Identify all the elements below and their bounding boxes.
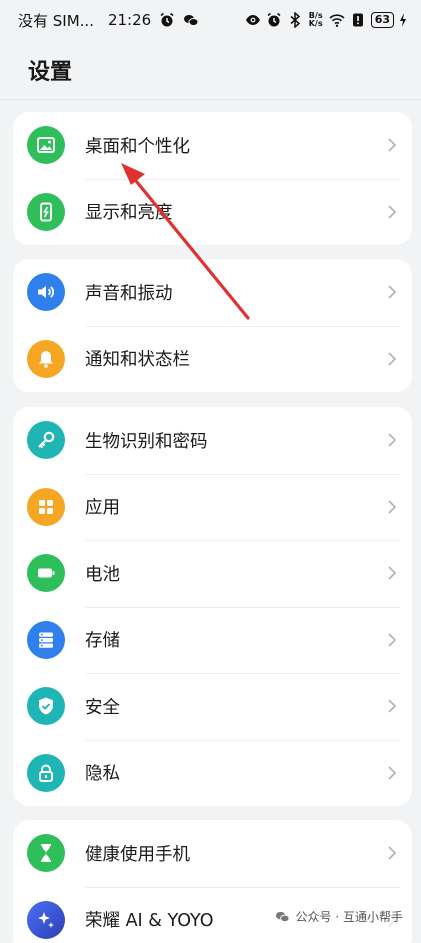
settings-item-digital-balance[interactable]: 健康使用手机 <box>13 820 412 887</box>
watermark: 公众号 · 互通小帮手 <box>270 906 407 927</box>
chevron-right-icon <box>388 352 397 366</box>
watermark-text: 公众号 · 互通小帮手 <box>295 910 403 924</box>
status-bar: 没有 SIM... 21:26 B/s K/s 63 <box>0 0 421 40</box>
eye-icon <box>245 12 261 28</box>
settings-item-home-screen[interactable]: 桌面和个性化 <box>13 112 412 179</box>
wechat-icon <box>183 12 199 28</box>
settings-item-label: 显示和亮度 <box>85 203 173 224</box>
carrier-text: 没有 SIM... <box>18 11 94 30</box>
charging-icon <box>399 12 407 28</box>
settings-item-label: 安全 <box>85 697 120 718</box>
settings-item-battery[interactable]: 电池 <box>13 540 412 607</box>
wechat-icon <box>275 909 290 924</box>
settings-item-security[interactable]: 安全 <box>13 673 412 740</box>
sparkle-icon <box>27 900 65 939</box>
settings-item-label: 应用 <box>85 498 120 519</box>
battery-icon <box>27 554 65 593</box>
chevron-right-icon <box>388 766 397 780</box>
settings-item-privacy[interactable]: 隐私 <box>13 739 412 807</box>
bluetooth-icon <box>287 12 303 28</box>
alarm-icon <box>159 12 175 28</box>
settings-group-sound: 声音和振动 通知和状态栏 <box>13 259 412 392</box>
bell-icon <box>27 339 65 378</box>
network-speed-icon: B/s K/s <box>308 11 323 28</box>
wifi-icon <box>329 12 345 28</box>
clock: 21:26 <box>107 11 152 29</box>
settings-item-label: 荣耀 AI & YOYO <box>85 911 214 932</box>
apps-grid-icon <box>27 487 65 526</box>
settings-item-biometrics[interactable]: 生物识别和密码 <box>13 407 412 474</box>
chevron-right-icon <box>388 285 397 299</box>
settings-item-apps[interactable]: 应用 <box>13 473 412 541</box>
image-icon <box>27 126 65 165</box>
phone-brightness-icon <box>27 192 65 231</box>
settings-group-display: 桌面和个性化 显示和亮度 <box>13 112 412 245</box>
settings-item-label: 电池 <box>85 564 120 585</box>
shield-icon <box>27 687 65 726</box>
settings-item-notifications[interactable]: 通知和状态栏 <box>13 325 412 393</box>
settings-item-label: 隐私 <box>85 764 120 785</box>
settings-item-label: 桌面和个性化 <box>85 136 190 157</box>
chevron-right-icon <box>388 205 397 219</box>
settings-item-label: 生物识别和密码 <box>85 431 208 452</box>
settings-item-storage[interactable]: 存储 <box>13 606 412 674</box>
hourglass-icon <box>27 834 65 873</box>
chevron-right-icon <box>388 500 397 514</box>
settings-group-system: 生物识别和密码 应用 电池 存储 安全 隐私 <box>13 407 412 806</box>
chevron-right-icon <box>388 433 397 447</box>
storage-icon <box>27 620 65 659</box>
settings-item-label: 存储 <box>85 631 120 652</box>
settings-item-display[interactable]: 显示和亮度 <box>13 178 412 246</box>
settings-item-label: 健康使用手机 <box>85 844 190 865</box>
speaker-icon <box>27 273 65 312</box>
settings-item-label: 通知和状态栏 <box>85 350 190 371</box>
alarm-icon <box>266 12 282 28</box>
header-divider <box>0 99 421 100</box>
chevron-right-icon <box>388 566 397 580</box>
settings-item-label: 声音和振动 <box>85 283 173 304</box>
key-icon <box>27 421 65 460</box>
chevron-right-icon <box>388 138 397 152</box>
chevron-right-icon <box>388 633 397 647</box>
settings-item-sound[interactable]: 声音和振动 <box>13 259 412 326</box>
chevron-right-icon <box>388 699 397 713</box>
notification-icon <box>350 12 366 28</box>
chevron-right-icon <box>388 846 397 860</box>
page-title: 设置 <box>28 60 73 85</box>
privacy-lock-icon <box>27 753 65 792</box>
battery-indicator: 63 <box>370 12 394 28</box>
